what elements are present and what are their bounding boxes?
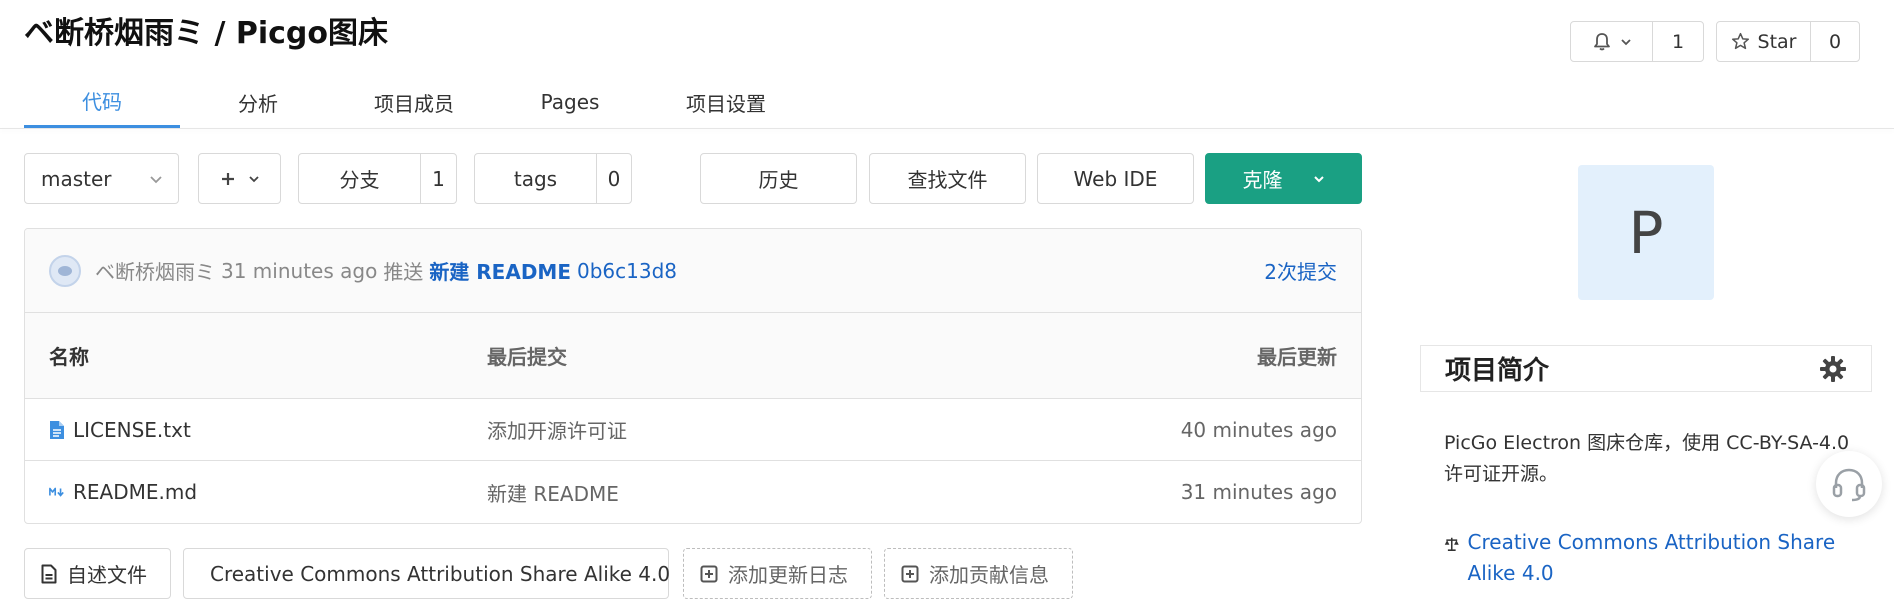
star-icon	[1731, 32, 1749, 50]
branches-count: 1	[432, 166, 445, 191]
commit-count-link[interactable]: 2次提交	[1264, 256, 1337, 285]
chevron-down-icon	[1620, 38, 1631, 45]
file-link[interactable]: LICENSE.txt	[49, 418, 191, 442]
tab-settings[interactable]: 项目设置	[648, 76, 804, 128]
plus-square-icon	[901, 565, 919, 582]
plus-square-icon	[700, 565, 718, 582]
branch-select[interactable]: master	[24, 153, 179, 204]
add-changelog-button[interactable]: 添加更新日志	[683, 548, 872, 599]
header-last-commit: 最后提交	[487, 345, 567, 369]
clone-button[interactable]: 克隆	[1205, 153, 1362, 204]
markdown-icon	[49, 487, 64, 497]
readme-button[interactable]: 自述文件	[24, 548, 171, 599]
add-contributing-button[interactable]: 添加贡献信息	[884, 548, 1073, 599]
repo-tabs: 代码 分析 项目成员 Pages 项目设置	[24, 76, 804, 128]
tags-label: tags	[475, 154, 597, 203]
commit-time: 31 minutes ago	[221, 258, 378, 283]
latest-commit-bar: ベ断桥烟雨ミ 31 minutes ago 推送 新建 README 0b6c1…	[25, 229, 1361, 313]
sidebar-license-link[interactable]: Creative Commons Attribution Share Alike…	[1444, 527, 1864, 589]
star-button[interactable]: Star	[1717, 22, 1811, 61]
license-button[interactable]: Creative Commons Attribution Share Alike…	[183, 548, 671, 599]
watch-button[interactable]	[1571, 22, 1653, 61]
tab-code[interactable]: 代码	[24, 76, 180, 128]
project-description: PicGo Electron 图床仓库，使用 CC-BY-SA-4.0 许可证开…	[1444, 432, 1850, 485]
repo-title[interactable]: ベ断桥烟雨ミ / Picgo图床	[24, 8, 388, 52]
gear-icon[interactable]	[1819, 355, 1847, 383]
tab-analytics[interactable]: 分析	[180, 76, 336, 128]
headset-icon	[1832, 468, 1866, 502]
file-commit[interactable]: 新建 README	[487, 478, 619, 507]
sidebar-license-label[interactable]: Creative Commons Attribution Share Alike…	[1468, 527, 1864, 589]
help-button[interactable]	[1816, 451, 1882, 517]
plus-icon	[221, 172, 234, 185]
watch-count[interactable]: 1	[1653, 22, 1703, 61]
header-name: 名称	[49, 345, 89, 369]
star-count[interactable]: 0	[1811, 22, 1859, 61]
table-row: LICENSE.txt 添加开源许可证 40 minutes ago	[25, 399, 1361, 461]
star-label: Star	[1757, 30, 1797, 53]
file-name[interactable]: README.md	[73, 480, 197, 504]
scale-icon	[1444, 537, 1459, 551]
file-panel: ベ断桥烟雨ミ 31 minutes ago 推送 新建 README 0b6c1…	[24, 228, 1362, 524]
add-menu-button[interactable]	[198, 153, 281, 204]
commit-action: 推送	[383, 260, 424, 284]
file-commit[interactable]: 添加开源许可证	[487, 415, 627, 444]
chevron-down-icon	[1313, 175, 1324, 182]
web-ide-button[interactable]: Web IDE	[1037, 153, 1194, 204]
intro-title: 项目简介	[1445, 356, 1550, 386]
file-updated: 40 minutes ago	[1180, 417, 1337, 442]
watch-widget: 1	[1570, 21, 1704, 62]
project-intro-header: 项目简介	[1420, 345, 1872, 392]
file-link[interactable]: README.md	[49, 480, 197, 504]
header-last-update: 最后更新	[1257, 345, 1337, 369]
commit-message[interactable]: 新建 README	[429, 256, 571, 285]
chevron-down-icon	[150, 175, 162, 183]
tab-pages[interactable]: Pages	[492, 76, 648, 128]
file-icon	[50, 420, 64, 439]
header-divider	[0, 128, 1894, 129]
chevron-down-icon	[248, 175, 259, 182]
table-row: README.md 新建 README 31 minutes ago	[25, 461, 1361, 523]
readme-label: 自述文件	[67, 563, 147, 587]
branches-label: 分支	[299, 154, 421, 203]
tags-count: 0	[607, 166, 621, 191]
history-button[interactable]: 历史	[700, 153, 857, 204]
file-name[interactable]: LICENSE.txt	[73, 418, 191, 442]
tags-button[interactable]: tags 0	[474, 153, 632, 204]
contrib-label: 添加贡献信息	[929, 563, 1049, 587]
file-updated: 31 minutes ago	[1180, 480, 1337, 504]
avatar[interactable]	[49, 254, 81, 287]
commit-sha[interactable]: 0b6c13d8	[577, 259, 677, 283]
bell-icon	[1593, 32, 1610, 50]
branches-button[interactable]: 分支 1	[298, 153, 457, 204]
commit-author[interactable]: ベ断桥烟雨ミ	[95, 256, 215, 285]
project-avatar: P	[1578, 165, 1714, 300]
license-label: Creative Commons Attribution Share Alike…	[210, 561, 671, 586]
branch-select-value: master	[41, 166, 112, 191]
star-widget: Star 0	[1716, 21, 1860, 62]
document-icon	[41, 564, 57, 583]
find-file-button[interactable]: 查找文件	[869, 153, 1026, 204]
table-header: 名称 最后提交 最后更新	[25, 313, 1361, 399]
clone-label: 克隆	[1242, 168, 1283, 192]
changelog-label: 添加更新日志	[728, 563, 848, 587]
tab-members[interactable]: 项目成员	[336, 76, 492, 128]
